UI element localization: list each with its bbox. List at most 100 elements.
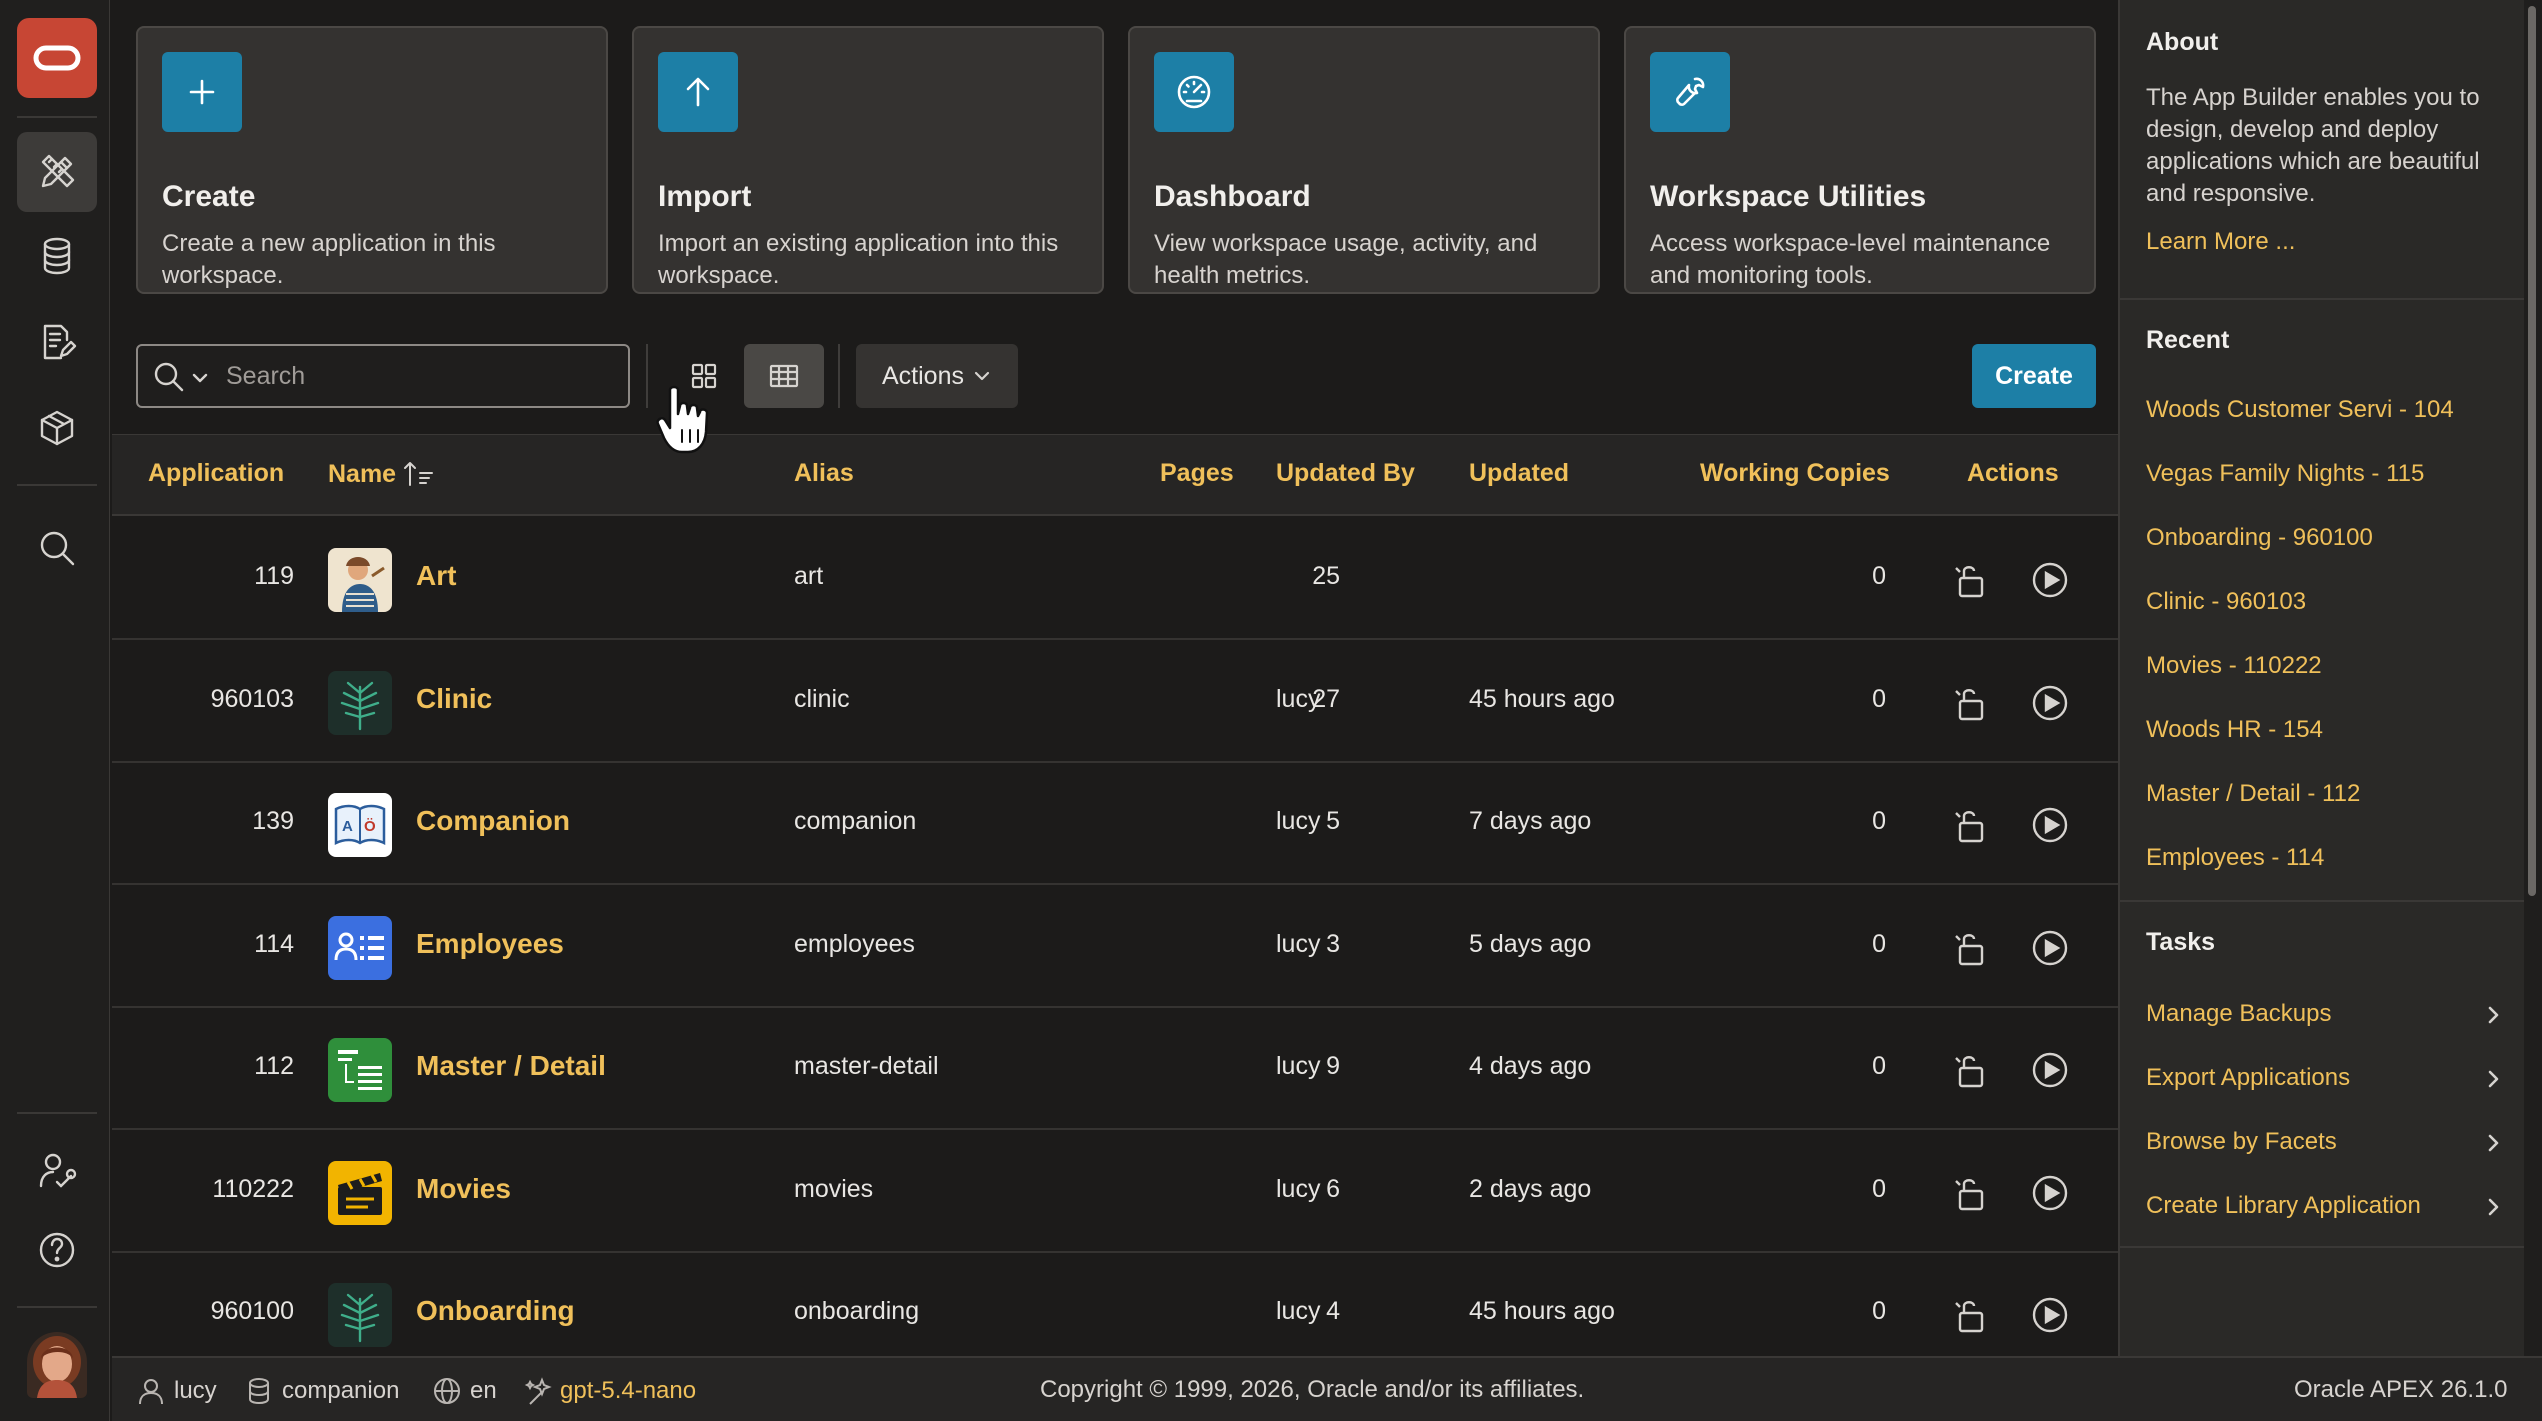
run-application-icon[interactable] bbox=[2030, 1050, 2070, 1090]
create-button[interactable]: Create bbox=[1972, 344, 2096, 408]
leaf-icon[interactable] bbox=[328, 1283, 392, 1347]
column-header-pages[interactable]: Pages bbox=[1160, 459, 1234, 488]
search-nav-button[interactable] bbox=[17, 508, 97, 588]
lock-icon[interactable] bbox=[1950, 1295, 1990, 1335]
column-header-name[interactable]: Name bbox=[328, 459, 438, 489]
application-name-link[interactable]: Onboarding bbox=[416, 1295, 575, 1327]
hand-cursor-icon bbox=[656, 385, 709, 454]
chevron-right-icon[interactable] bbox=[2482, 1132, 2504, 1154]
recent-app-link[interactable]: Movies - 110222 bbox=[2146, 652, 2322, 680]
task-link[interactable]: Export Applications bbox=[2146, 1064, 2350, 1092]
run-application-icon[interactable] bbox=[2030, 1295, 2070, 1335]
toolbar-divider bbox=[646, 344, 648, 408]
master-detail-icon[interactable] bbox=[328, 1038, 392, 1102]
application-name-link[interactable]: Clinic bbox=[416, 683, 492, 715]
footer-language[interactable]: en bbox=[432, 1376, 497, 1406]
footer-user[interactable]: lucy bbox=[136, 1376, 217, 1406]
footer-schema[interactable]: companion bbox=[244, 1376, 399, 1406]
footer-ai-model[interactable]: gpt-5.4-nano bbox=[522, 1376, 696, 1406]
people-list-icon[interactable] bbox=[328, 915, 392, 980]
about-heading: About bbox=[2146, 28, 2219, 56]
task-link[interactable]: Browse by Facets bbox=[2146, 1128, 2337, 1156]
application-name-link[interactable]: Companion bbox=[416, 805, 570, 837]
oracle-logo-icon[interactable] bbox=[17, 18, 97, 98]
recent-app-link[interactable]: Onboarding - 960100 bbox=[2146, 524, 2373, 552]
search-input[interactable] bbox=[226, 356, 616, 396]
recent-heading: Recent bbox=[2146, 326, 2230, 354]
create-card[interactable]: Create Create a new application in this … bbox=[136, 26, 608, 294]
task-link[interactable]: Create Library Application bbox=[2146, 1192, 2421, 1220]
side-divider bbox=[2120, 1246, 2524, 1248]
application-name-link[interactable]: Master / Detail bbox=[416, 1050, 606, 1082]
application-name-link[interactable]: Employees bbox=[416, 928, 564, 960]
recent-app-link[interactable]: Employees - 114 bbox=[2146, 844, 2324, 872]
plus-icon bbox=[162, 52, 242, 132]
run-application-icon[interactable] bbox=[2030, 1173, 2070, 1213]
search-field[interactable] bbox=[136, 344, 630, 408]
chevron-right-icon[interactable] bbox=[2482, 1068, 2504, 1090]
lock-icon[interactable] bbox=[1950, 560, 1990, 600]
table-row: 119 Art art 25 0 bbox=[112, 518, 2118, 640]
recent-app-link[interactable]: Master / Detail - 112 bbox=[2146, 780, 2360, 808]
run-application-icon[interactable] bbox=[2030, 683, 2070, 723]
application-working-copies: 0 bbox=[1872, 1297, 1886, 1325]
column-header-working-copies[interactable]: Working Copies bbox=[1700, 459, 1890, 488]
scrollbar-thumb[interactable] bbox=[2528, 6, 2536, 896]
application-alias: movies bbox=[794, 1174, 874, 1203]
page-scrollbar[interactable] bbox=[2524, 0, 2542, 1356]
footer-schema-label: companion bbox=[282, 1377, 400, 1404]
lock-icon[interactable] bbox=[1950, 1050, 1990, 1090]
card-title: Create bbox=[162, 180, 256, 213]
chevron-right-icon[interactable] bbox=[2482, 1196, 2504, 1218]
book-icon[interactable]: AÖ bbox=[328, 793, 392, 857]
run-application-icon[interactable] bbox=[2030, 928, 2070, 968]
application-pages: 25 bbox=[1312, 562, 1340, 590]
chevron-down-icon[interactable] bbox=[190, 368, 210, 388]
run-application-icon[interactable] bbox=[2030, 805, 2070, 845]
lock-icon[interactable] bbox=[1950, 1173, 1990, 1213]
team-development-nav-button[interactable] bbox=[17, 302, 97, 382]
report-view-button[interactable] bbox=[744, 344, 824, 408]
app-builder-nav-button[interactable] bbox=[17, 132, 97, 212]
workspace-utilities-card[interactable]: Workspace Utilities Access workspace-lev… bbox=[1624, 26, 2096, 294]
art-icon[interactable] bbox=[328, 548, 392, 612]
recent-app-link[interactable]: Vegas Family Nights - 115 bbox=[2146, 460, 2424, 488]
column-header-application[interactable]: Application bbox=[148, 459, 284, 488]
run-application-icon[interactable] bbox=[2030, 560, 2070, 600]
lock-icon[interactable] bbox=[1950, 805, 1990, 845]
clapperboard-icon[interactable] bbox=[328, 1160, 392, 1225]
application-alias: clinic bbox=[794, 684, 850, 713]
recent-app-link[interactable]: Woods Customer Servi - 104 bbox=[2146, 396, 2454, 424]
user-icon bbox=[139, 1379, 163, 1405]
footer-user-label: lucy bbox=[174, 1377, 217, 1404]
column-header-alias[interactable]: Alias bbox=[794, 459, 854, 488]
gallery-nav-button[interactable] bbox=[17, 388, 97, 468]
actions-menu-button[interactable]: Actions bbox=[856, 344, 1018, 408]
administration-nav-button[interactable] bbox=[17, 1130, 97, 1210]
leaf-icon[interactable] bbox=[328, 670, 392, 735]
side-divider bbox=[2120, 298, 2524, 300]
application-name-link[interactable]: Art bbox=[416, 560, 456, 592]
user-avatar[interactable] bbox=[27, 1332, 87, 1398]
lock-icon[interactable] bbox=[1950, 928, 1990, 968]
lock-icon[interactable] bbox=[1950, 683, 1990, 723]
application-name-link[interactable]: Movies bbox=[416, 1173, 511, 1205]
dashboard-card[interactable]: Dashboard View workspace usage, activity… bbox=[1128, 26, 1600, 294]
chevron-right-icon[interactable] bbox=[2482, 1004, 2504, 1026]
application-updated: 7 days ago bbox=[1469, 807, 1592, 835]
recent-app-link[interactable]: Woods HR - 154 bbox=[2146, 716, 2323, 744]
search-icon bbox=[40, 531, 75, 566]
import-card[interactable]: Import Import an existing application in… bbox=[632, 26, 1104, 294]
table-row: 110222 Movies movies 6 lucy 2 days ago 0 bbox=[112, 1131, 2118, 1253]
table-row: 960103 Clinic clinic 27 lucy 45 hours ag… bbox=[112, 641, 2118, 763]
recent-app-link[interactable]: Clinic - 960103 bbox=[2146, 588, 2306, 616]
sql-workshop-nav-button[interactable] bbox=[17, 216, 97, 296]
learn-more-link[interactable]: Learn More ... bbox=[2146, 228, 2295, 256]
task-link[interactable]: Manage Backups bbox=[2146, 1000, 2331, 1028]
table-header: Application Name Alias Pages Updated By … bbox=[112, 434, 2118, 516]
footer-ai-model-label: gpt-5.4-nano bbox=[560, 1377, 697, 1404]
column-header-updated-by[interactable]: Updated By bbox=[1276, 459, 1415, 488]
application-updated-by: lucy bbox=[1276, 684, 1321, 713]
help-nav-button[interactable] bbox=[17, 1210, 97, 1290]
column-header-updated[interactable]: Updated bbox=[1469, 459, 1569, 488]
